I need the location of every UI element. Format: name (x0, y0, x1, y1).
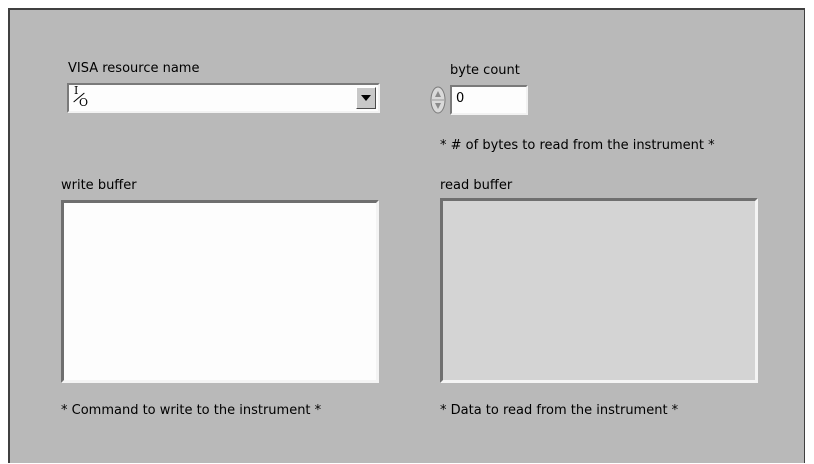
visa-resource-combo[interactable]: I O (67, 83, 380, 113)
byte-count-input[interactable]: 0 (450, 85, 528, 115)
read-buffer-label: read buffer (440, 178, 513, 193)
read-buffer-note: * Data to read from the instrument * (440, 403, 679, 418)
chevron-down-icon (361, 95, 371, 101)
byte-count-note: * # of bytes to read from the instrument… (440, 138, 715, 153)
read-buffer-display (440, 198, 758, 383)
write-buffer-note: * Command to write to the instrument * (61, 403, 322, 418)
increment-decrement-arrows[interactable] (430, 86, 448, 114)
dropdown-arrow-button[interactable] (356, 87, 376, 109)
io-icon: I O (73, 84, 89, 109)
visa-resource-label: VISA resource name (68, 61, 200, 76)
write-buffer-textbox[interactable] (61, 200, 379, 383)
byte-count-label: byte count (450, 63, 520, 78)
write-buffer-label: write buffer (61, 178, 137, 193)
